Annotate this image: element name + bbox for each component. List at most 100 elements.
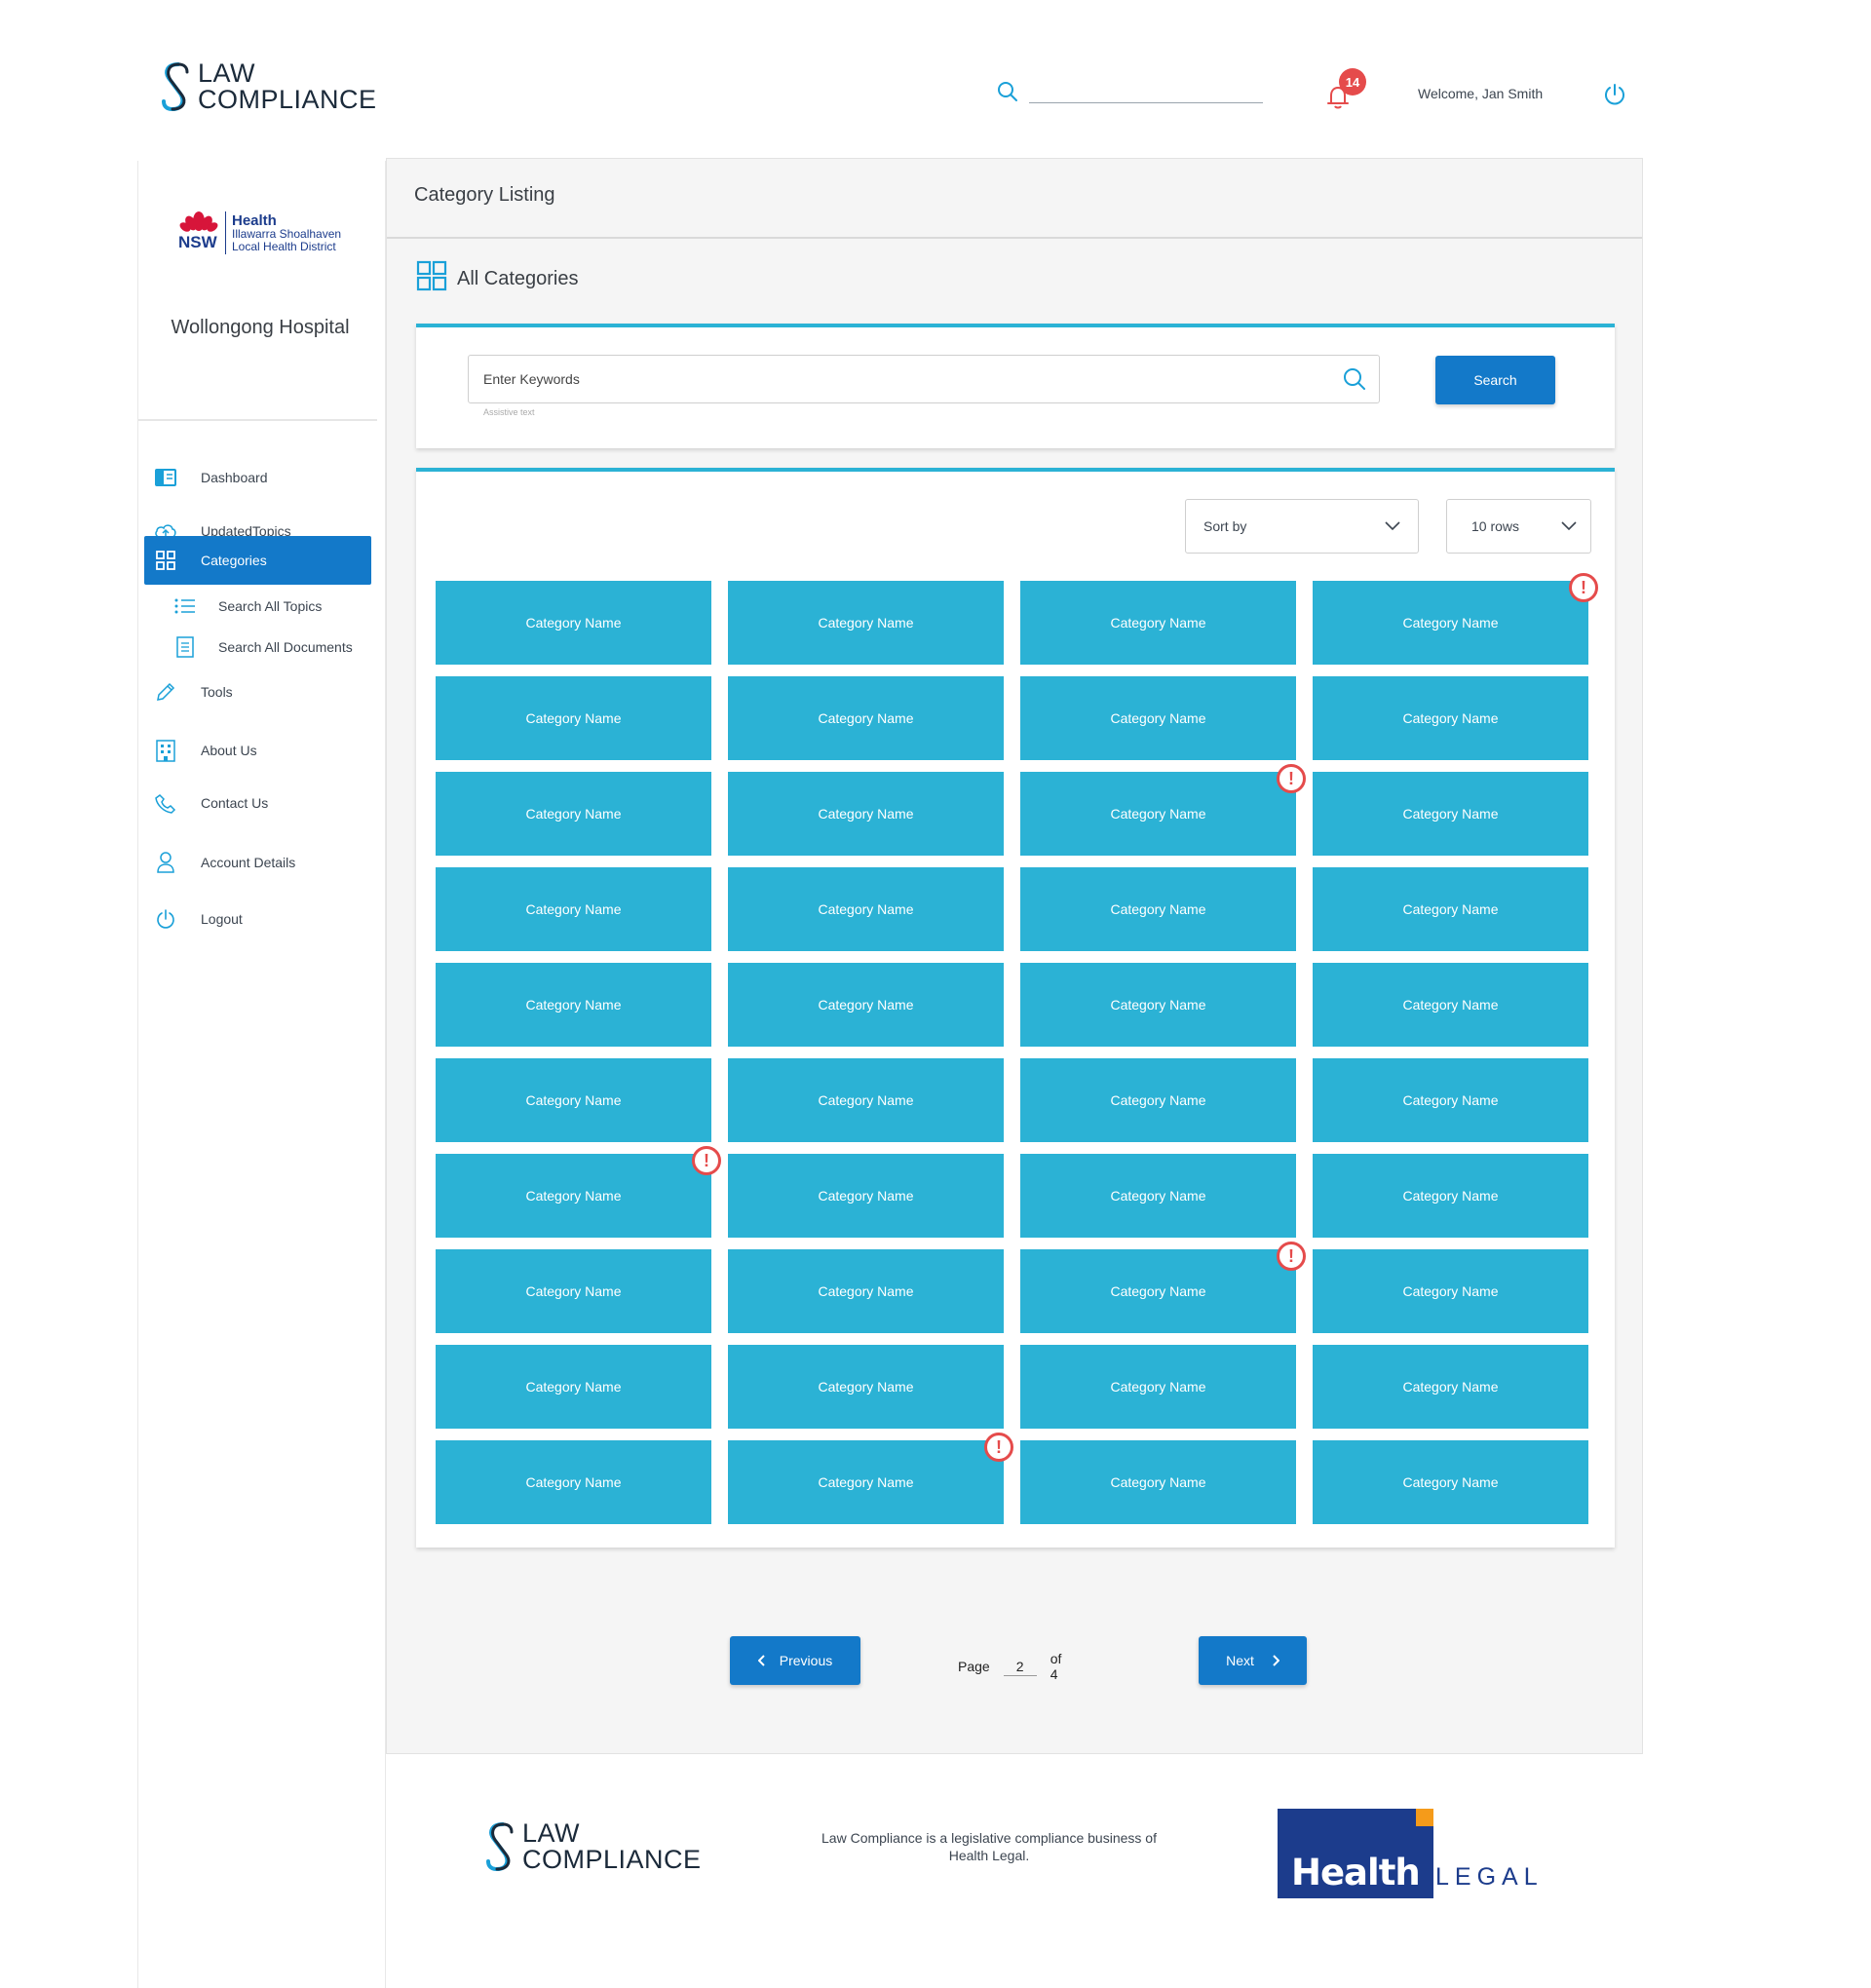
health-legal-legal: LEGAL (1435, 1863, 1544, 1891)
notification-badge[interactable]: 14 (1339, 68, 1366, 96)
sidebar-item-categories[interactable]: Categories (144, 536, 371, 585)
category-tile[interactable]: Category Name (1313, 1440, 1588, 1524)
category-tile[interactable]: Category Name (728, 963, 1004, 1047)
sidebar-item-contact-us[interactable]: Contact Us (144, 779, 371, 827)
category-tile[interactable]: Category Name (728, 772, 1004, 856)
sidebar-item-tools[interactable]: Tools (144, 668, 371, 716)
category-tile[interactable]: Category Name (1020, 1058, 1296, 1142)
sidebar: NSW Health Illawarra Shoalhaven Local He… (137, 161, 386, 1988)
category-tile[interactable]: Category Name (1313, 1345, 1588, 1429)
category-tile[interactable]: Category Name (1313, 1154, 1588, 1238)
page-total: of 4 (1050, 1651, 1062, 1682)
category-tile[interactable]: Category Name (1020, 772, 1296, 856)
category-tile[interactable]: Category Name (1020, 963, 1296, 1047)
sidebar-item-account-details[interactable]: Account Details (144, 838, 371, 887)
nsw-health-logo: NSW Health Illawarra Shoalhaven Local He… (178, 210, 341, 256)
chevron-left-icon (757, 1655, 765, 1666)
category-tile[interactable]: Category Name (436, 1345, 711, 1429)
chevron-down-icon (1385, 521, 1400, 531)
sidebar-item-about-us[interactable]: About Us (144, 726, 371, 775)
brand-line1: LAW (198, 58, 256, 88)
sidebar-item-label: Search All Documents (218, 639, 353, 655)
document-icon (173, 635, 197, 659)
category-tile[interactable]: Category Name (436, 1058, 711, 1142)
logo-divider (225, 211, 226, 254)
chevron-down-icon (1561, 521, 1577, 531)
alert-icon[interactable]: ! (1569, 573, 1598, 602)
next-button[interactable]: Next (1199, 1636, 1307, 1685)
category-tile[interactable]: Category Name (728, 1249, 1004, 1333)
search-button[interactable]: Search (1435, 356, 1555, 404)
page-number-input[interactable] (1003, 1657, 1037, 1676)
category-tile[interactable]: Category Name (1020, 867, 1296, 951)
top-search-field[interactable] (1029, 80, 1263, 103)
category-tile[interactable]: Category Name (436, 1249, 711, 1333)
keyword-search-input[interactable] (468, 355, 1380, 403)
previous-button[interactable]: Previous (730, 1636, 860, 1685)
category-tile[interactable]: Category Name (436, 581, 711, 665)
building-icon (154, 739, 177, 762)
category-tile[interactable]: Category Name (728, 1440, 1004, 1524)
top-search[interactable] (996, 80, 1263, 103)
org-line1: Illawarra Shoalhaven (232, 227, 342, 242)
category-tile[interactable]: Category Name (1313, 676, 1588, 760)
sidebar-item-search-all-topics[interactable]: Search All Topics (173, 592, 322, 621)
main-panel: Category Listing All Categories Assistiv… (386, 158, 1643, 1754)
sidebar-item-label: Contact Us (201, 795, 269, 811)
search-card: Assistive text Search (416, 324, 1615, 448)
sidebar-item-label: Account Details (201, 855, 296, 870)
category-tile[interactable]: Category Name (1313, 867, 1588, 951)
category-tile[interactable]: Category Name (436, 1154, 711, 1238)
category-tile[interactable]: Category Name (1313, 963, 1588, 1047)
category-tile[interactable]: Category Name (1020, 676, 1296, 760)
category-tile[interactable]: Category Name (1313, 1249, 1588, 1333)
category-tile[interactable]: Category Name (728, 1345, 1004, 1429)
sidebar-item-search-all-documents[interactable]: Search All Documents (173, 632, 353, 662)
power-icon[interactable] (1602, 82, 1627, 107)
category-tile[interactable]: Category Name (1020, 1440, 1296, 1524)
section-title-text: All Categories (457, 267, 579, 289)
category-tile[interactable]: Category Name (728, 1154, 1004, 1238)
category-tile[interactable]: Category Name (436, 867, 711, 951)
category-tile[interactable]: Category Name (728, 581, 1004, 665)
category-tile[interactable]: Category Name (436, 1440, 711, 1524)
sidebar-item-label: Categories (201, 553, 267, 568)
sidebar-item-logout[interactable]: Logout (144, 895, 371, 943)
brand-logo[interactable]: LAW COMPLIANCE (161, 60, 377, 113)
category-tile[interactable]: Category Name (728, 676, 1004, 760)
sort-by-select[interactable]: Sort by (1185, 499, 1419, 554)
law-compliance-logo-mark (162, 62, 189, 112)
nsw-text: NSW (178, 233, 217, 251)
power-icon (154, 907, 177, 931)
category-tile[interactable]: Category Name (1020, 1154, 1296, 1238)
chevron-right-icon (1273, 1655, 1279, 1666)
assistive-text: Assistive text (483, 407, 535, 417)
category-tile[interactable]: Category Name (728, 867, 1004, 951)
category-tile[interactable]: Category Name (436, 963, 711, 1047)
user-icon (154, 851, 177, 874)
category-tile[interactable]: Category Name (1020, 1345, 1296, 1429)
alert-icon[interactable]: ! (1277, 764, 1306, 793)
category-tile[interactable]: Category Name (436, 676, 711, 760)
sidebar-item-label: About Us (201, 743, 257, 758)
search-icon[interactable] (996, 80, 1019, 103)
category-tile[interactable]: Category Name (1313, 581, 1588, 665)
sidebar-item-dashboard[interactable]: Dashboard (144, 453, 371, 502)
rows-per-page-select[interactable]: 10 rows (1446, 499, 1591, 554)
search-icon[interactable] (1342, 366, 1367, 392)
category-tile[interactable]: Category Name (436, 772, 711, 856)
category-tile[interactable]: Category Name (1020, 1249, 1296, 1333)
category-tile[interactable]: Category Name (1020, 581, 1296, 665)
category-tile[interactable]: Category Name (1313, 1058, 1588, 1142)
alert-icon[interactable]: ! (692, 1146, 721, 1175)
footer-text: Law Compliance is a legislative complian… (821, 1830, 1157, 1864)
footer-brand-logo[interactable]: LAW COMPLIANCE (485, 1820, 702, 1873)
category-tile[interactable]: Category Name (1313, 772, 1588, 856)
page-header: Category Listing (387, 159, 1642, 239)
alert-icon[interactable]: ! (1277, 1242, 1306, 1271)
category-tile[interactable]: Category Name (728, 1058, 1004, 1142)
page-indicator: Page of 4 (958, 1651, 1061, 1682)
health-legal-logo[interactable]: Health LEGAL (1278, 1809, 1541, 1898)
law-compliance-logo-mark (486, 1822, 514, 1872)
alert-icon[interactable]: ! (984, 1433, 1013, 1462)
